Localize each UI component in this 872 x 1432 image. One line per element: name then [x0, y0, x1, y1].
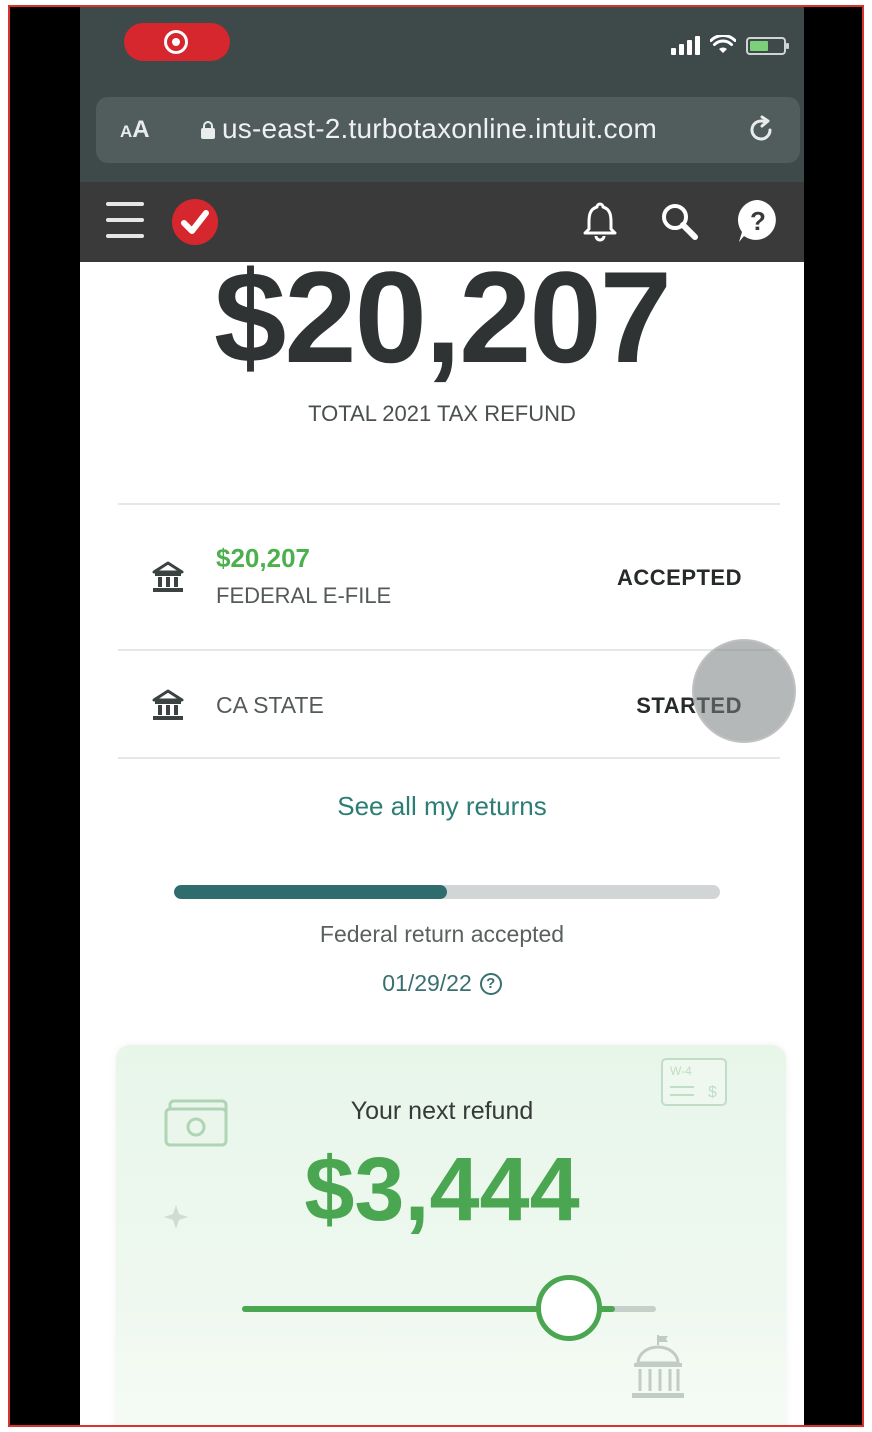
signal-icon — [671, 35, 700, 55]
screenshot-frame: AA us-east-2.turbotaxonline.intuit.com ?… — [8, 5, 864, 1427]
address-bar[interactable]: AA us-east-2.turbotaxonline.intuit.com — [96, 97, 800, 163]
svg-text:W-4: W-4 — [670, 1064, 692, 1078]
federal-return-label: FEDERAL E-FILE — [216, 583, 392, 608]
wifi-icon — [710, 35, 736, 53]
battery-icon — [746, 37, 789, 55]
screen-recording-indicator[interactable] — [124, 23, 230, 61]
url-text[interactable]: us-east-2.turbotaxonline.intuit.com — [222, 113, 657, 145]
question-icon[interactable]: ? — [479, 972, 502, 995]
status-icons — [671, 35, 789, 55]
text-size-button[interactable]: AA — [120, 116, 150, 144]
bank-icon — [152, 561, 184, 592]
reload-icon[interactable] — [746, 115, 776, 145]
record-icon — [164, 30, 188, 54]
return-progress-bar — [174, 885, 720, 899]
capitol-icon — [632, 1335, 684, 1398]
bank-icon — [152, 689, 184, 720]
lock-icon — [201, 121, 215, 139]
progress-date-row: 01/29/22 ? — [80, 970, 804, 997]
federal-status: ACCEPTED — [616, 565, 742, 590]
menu-icon[interactable] — [106, 202, 144, 242]
phone-screen: AA us-east-2.turbotaxonline.intuit.com ?… — [80, 7, 804, 1425]
search-icon[interactable] — [658, 200, 700, 242]
total-refund-label: TOTAL 2021 TAX REFUND — [308, 401, 576, 426]
browser-chrome: AA us-east-2.turbotaxonline.intuit.com — [80, 7, 804, 182]
progress-date: 01/29/22 — [382, 970, 472, 996]
svg-text:?: ? — [750, 206, 766, 236]
divider — [118, 649, 780, 651]
refund-slider-knob[interactable] — [536, 1275, 602, 1341]
turbotax-logo-icon[interactable] — [172, 199, 218, 245]
help-icon[interactable]: ? — [736, 198, 780, 244]
divider — [118, 757, 780, 759]
total-refund-amount: $20,207 — [214, 244, 672, 390]
next-refund-title: Your next refund — [350, 1097, 534, 1125]
see-all-returns-link[interactable]: See all my returns — [80, 791, 804, 822]
touch-indicator — [692, 639, 796, 743]
federal-refund-amount: $20,207 — [216, 543, 310, 573]
bell-icon[interactable] — [580, 200, 620, 242]
progress-fill — [174, 885, 447, 899]
next-refund-amount: $3,444 — [304, 1140, 580, 1240]
divider — [118, 503, 780, 505]
progress-status-text: Federal return accepted — [319, 921, 565, 947]
state-return-label: CA STATE — [216, 692, 324, 718]
